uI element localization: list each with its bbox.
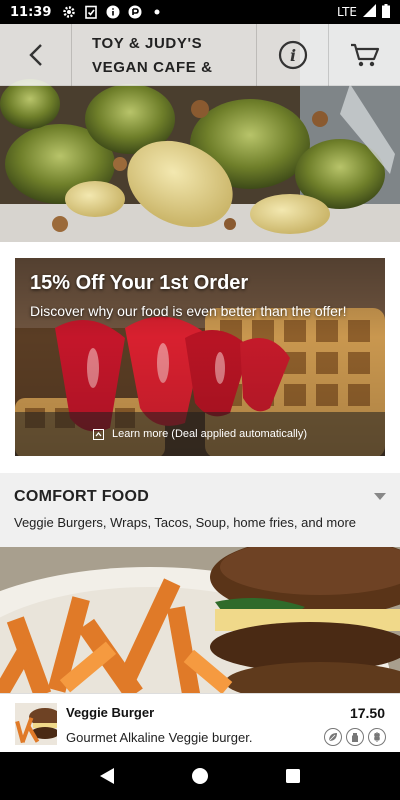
clipboard-check-icon [83, 4, 99, 20]
back-button[interactable] [0, 24, 72, 86]
info-icon [105, 4, 121, 20]
learn-more-label: Learn more (Deal applied automatically) [111, 428, 308, 440]
dot-icon [149, 4, 165, 20]
privacy-icon [127, 4, 143, 20]
cart-icon [350, 43, 379, 67]
menu-item-row[interactable]: Veggie Burger Gourmet Alkaline Veggie bu… [0, 693, 400, 751]
chevron-left-icon [28, 44, 42, 66]
signal-icon [363, 4, 376, 20]
vegan-leaf-icon [324, 728, 342, 746]
svg-text:i: i [289, 46, 295, 65]
category-description: Veggie Burgers, Wraps, Tacos, Soup, home… [14, 515, 357, 530]
status-bar: 11:39 LTE [0, 0, 400, 24]
triangle-back-icon [99, 768, 114, 784]
battery-icon [382, 3, 390, 21]
cart-button[interactable] [328, 24, 400, 86]
system-nav-bar [0, 752, 400, 800]
category-title: COMFORT FOOD [14, 488, 150, 505]
menu-category-header[interactable]: COMFORT FOOD Veggie Burgers, Wraps, Taco… [0, 473, 400, 547]
nav-recents-button[interactable] [269, 752, 317, 800]
menu-item-thumbnail [15, 703, 57, 745]
promo-subtitle: Discover why our food is even better tha… [30, 303, 347, 319]
gear-icon [61, 4, 77, 20]
restaurant-header: TOY & JUDY'S VEGAN CAFE & i [0, 24, 400, 86]
restaurant-name-line1: TOY & JUDY'S [92, 35, 203, 52]
menu-item-price: 17.50 [349, 705, 385, 721]
learn-more-bar[interactable]: Learn more (Deal applied automatically) [15, 412, 385, 456]
info-circle-icon: i [278, 40, 307, 70]
nav-back-button[interactable] [83, 752, 131, 800]
app-screen: 11:39 LTE TOY & JUDY'S VEGAN CAFE & i 15… [0, 0, 400, 800]
menu-item-description: Gourmet Alkaline Veggie burger. [66, 730, 253, 745]
restaurant-name-line2: VEGAN CAFE & [92, 59, 213, 76]
menu-item-name: Veggie Burger [66, 705, 155, 720]
chevron-down-icon [374, 493, 386, 500]
dairy-free-icon [346, 728, 364, 746]
status-time: 11:39 [10, 4, 52, 20]
circle-home-icon [191, 768, 208, 784]
dietary-tags [324, 728, 386, 746]
status-right: LTE [337, 3, 390, 21]
promo-title: 15% Off Your 1st Order [30, 272, 249, 294]
info-button[interactable]: i [256, 24, 328, 86]
square-recents-icon [286, 769, 301, 783]
collapse-up-icon [92, 428, 104, 440]
restaurant-name: TOY & JUDY'S VEGAN CAFE & [72, 24, 256, 85]
gluten-free-icon [368, 728, 386, 746]
category-image [0, 547, 400, 693]
promo-banner[interactable]: 15% Off Your 1st Order Discover why our … [15, 258, 385, 456]
network-label: LTE [337, 5, 357, 19]
nav-home-button[interactable] [176, 752, 224, 800]
